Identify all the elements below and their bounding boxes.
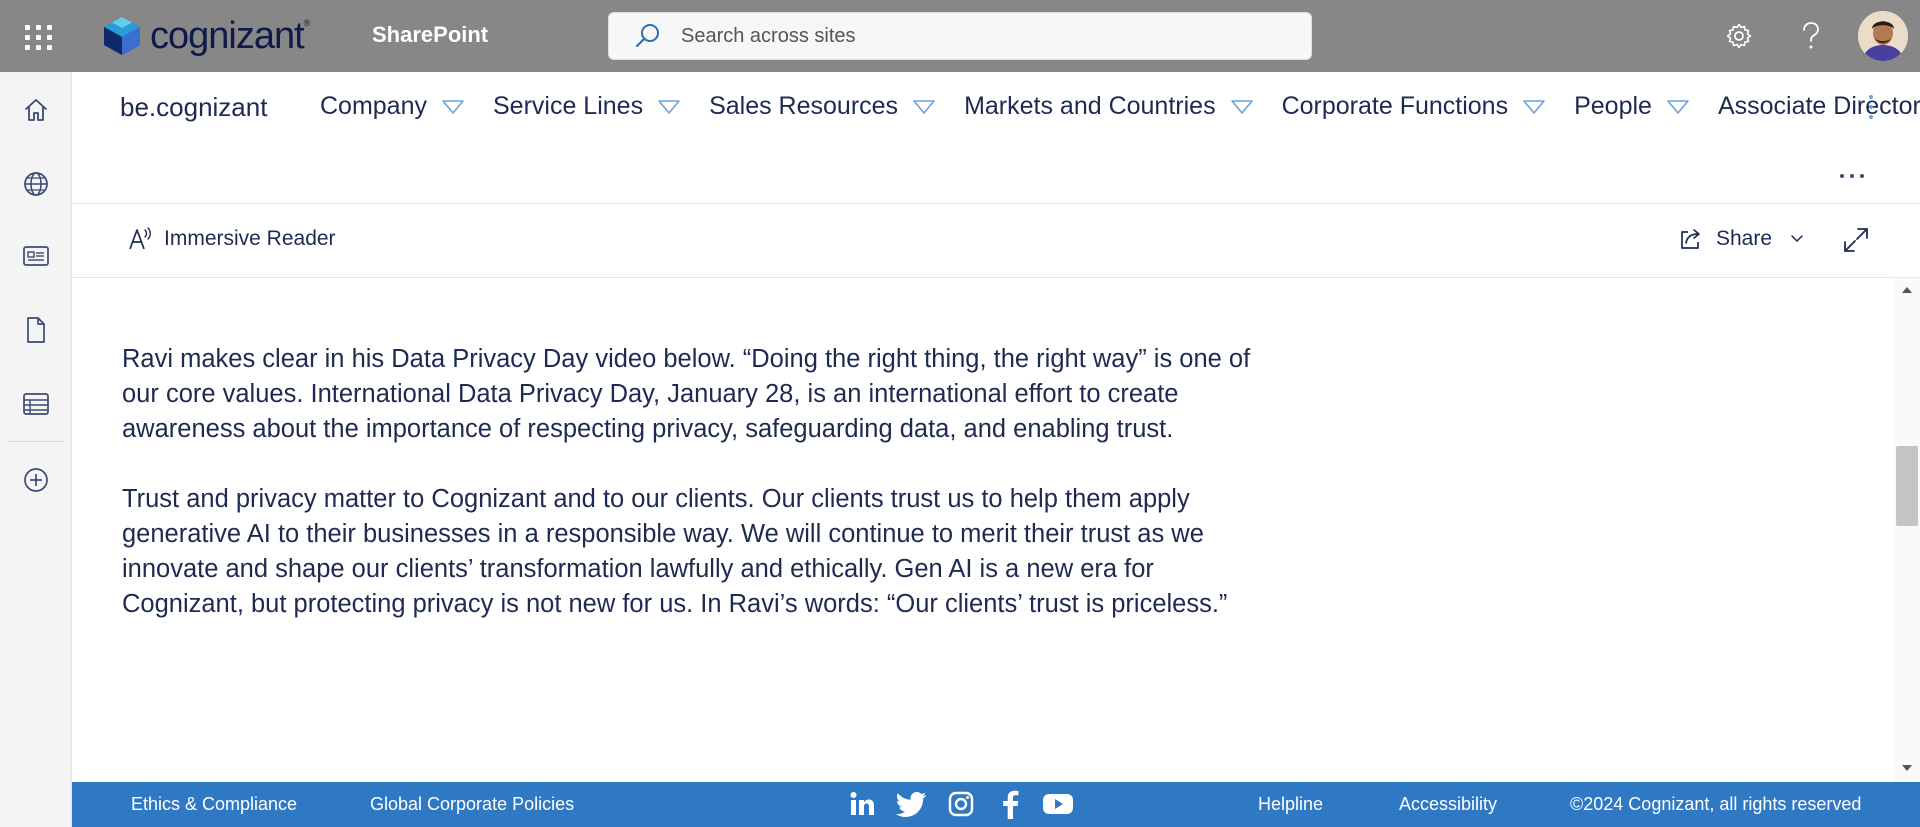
chevron-down-icon [1523, 99, 1545, 114]
nav-item-label: Corporate Functions [1281, 92, 1509, 120]
footer-link-helpline[interactable]: Helpline [1258, 794, 1323, 815]
nav-item-corporate-functions[interactable]: Corporate Functions [1282, 92, 1547, 121]
nav-item-label: Company [320, 92, 427, 120]
chevron-down-icon [1667, 99, 1689, 114]
share-label: Share [1716, 227, 1773, 250]
site-footer: Ethics & Compliance Global Corporate Pol… [72, 782, 1920, 827]
nav-item-label: Sales Resources [709, 92, 899, 120]
facebook-icon[interactable] [994, 788, 1026, 820]
help-icon[interactable] [1793, 18, 1829, 54]
nav-item-label: People [1574, 92, 1652, 120]
app-bar [0, 72, 72, 827]
page-content: Ravi makes clear in his Data Privacy Day… [72, 278, 1894, 782]
cognizant-logo[interactable]: cognizant ® [100, 14, 310, 58]
chevron-down-icon [658, 99, 680, 114]
share-icon [1681, 229, 1700, 249]
nav-item-people[interactable]: People [1574, 92, 1690, 121]
news-icon[interactable] [18, 238, 54, 274]
article-paragraph: Ravi makes clear in his Data Privacy Day… [122, 345, 1251, 443]
hub-nav-items: Company Service Lines Sales Resources Ma… [320, 92, 1920, 121]
hub-navigation: be.cognizant Company Service Lines Sales… [72, 72, 1920, 204]
settings-icon[interactable] [1721, 18, 1757, 54]
nav-item-associate-directory[interactable]: Associate Directory [1718, 92, 1920, 121]
footer-link-global-corporate-policies[interactable]: Global Corporate Policies [370, 794, 574, 815]
immersive-reader-button[interactable]: Immersive Reader [128, 226, 336, 252]
brand-wordmark: cognizant [150, 14, 305, 57]
footer-link-accessibility[interactable]: Accessibility [1399, 794, 1497, 815]
linkedin-icon[interactable] [846, 788, 878, 820]
chevron-down-icon [913, 99, 935, 114]
copyright-text: ©2024 Cognizant, all rights reserved [1570, 794, 1862, 814]
vertical-scrollbar[interactable] [1894, 278, 1920, 782]
article-paragraph: Trust and privacy matter to Cognizant an… [122, 485, 1228, 618]
search-input[interactable] [681, 24, 1281, 48]
add-icon[interactable] [18, 462, 54, 498]
youtube-icon[interactable] [1042, 788, 1074, 820]
more-options-icon[interactable] [1836, 166, 1868, 186]
globe-icon[interactable] [18, 166, 54, 202]
twitter-icon[interactable] [895, 788, 927, 820]
nav-item-label: Service Lines [493, 92, 644, 120]
more-vertical-icon[interactable] [1861, 92, 1881, 122]
site-name[interactable]: be.cognizant [120, 92, 267, 123]
command-bar: Immersive Reader Share [72, 204, 1920, 278]
app-launcher-icon[interactable] [16, 16, 56, 56]
instagram-icon[interactable] [945, 788, 977, 820]
chevron-down-icon [442, 99, 464, 114]
scroll-down-arrow-icon[interactable] [1900, 762, 1914, 774]
footer-link-ethics-compliance[interactable]: Ethics & Compliance [131, 794, 297, 815]
expand-icon[interactable] [1842, 226, 1870, 254]
home-icon[interactable] [18, 92, 54, 128]
nav-item-service-lines[interactable]: Service Lines [493, 92, 681, 121]
nav-item-company[interactable]: Company [320, 92, 465, 121]
nav-item-sales-resources[interactable]: Sales Resources [709, 92, 936, 121]
search-box[interactable] [608, 12, 1312, 60]
article-body: Ravi makes clear in his Data Privacy Day… [122, 342, 1262, 657]
rail-divider [8, 441, 64, 442]
trademark-symbol: ® [303, 18, 311, 28]
scroll-up-arrow-icon[interactable] [1900, 284, 1914, 296]
user-avatar[interactable] [1858, 11, 1908, 61]
document-icon[interactable] [18, 312, 54, 348]
app-title[interactable]: SharePoint [372, 22, 488, 48]
chevron-down-icon [1791, 235, 1803, 243]
immersive-reader-label: Immersive Reader [164, 227, 336, 250]
scrollbar-thumb[interactable] [1896, 446, 1918, 526]
nav-item-label: Markets and Countries [964, 92, 1216, 120]
cognizant-logo-mark-icon [104, 17, 140, 55]
nav-item-label: Associate Directory [1717, 92, 1920, 120]
share-button[interactable]: Share [1678, 226, 1804, 252]
immersive-reader-icon [129, 227, 151, 250]
chevron-down-icon [1230, 99, 1253, 114]
search-icon [635, 24, 659, 48]
suite-bar: cognizant ® SharePoint [0, 0, 1920, 72]
list-icon[interactable] [18, 386, 54, 422]
nav-item-markets-and-countries[interactable]: Markets and Countries [964, 92, 1254, 121]
